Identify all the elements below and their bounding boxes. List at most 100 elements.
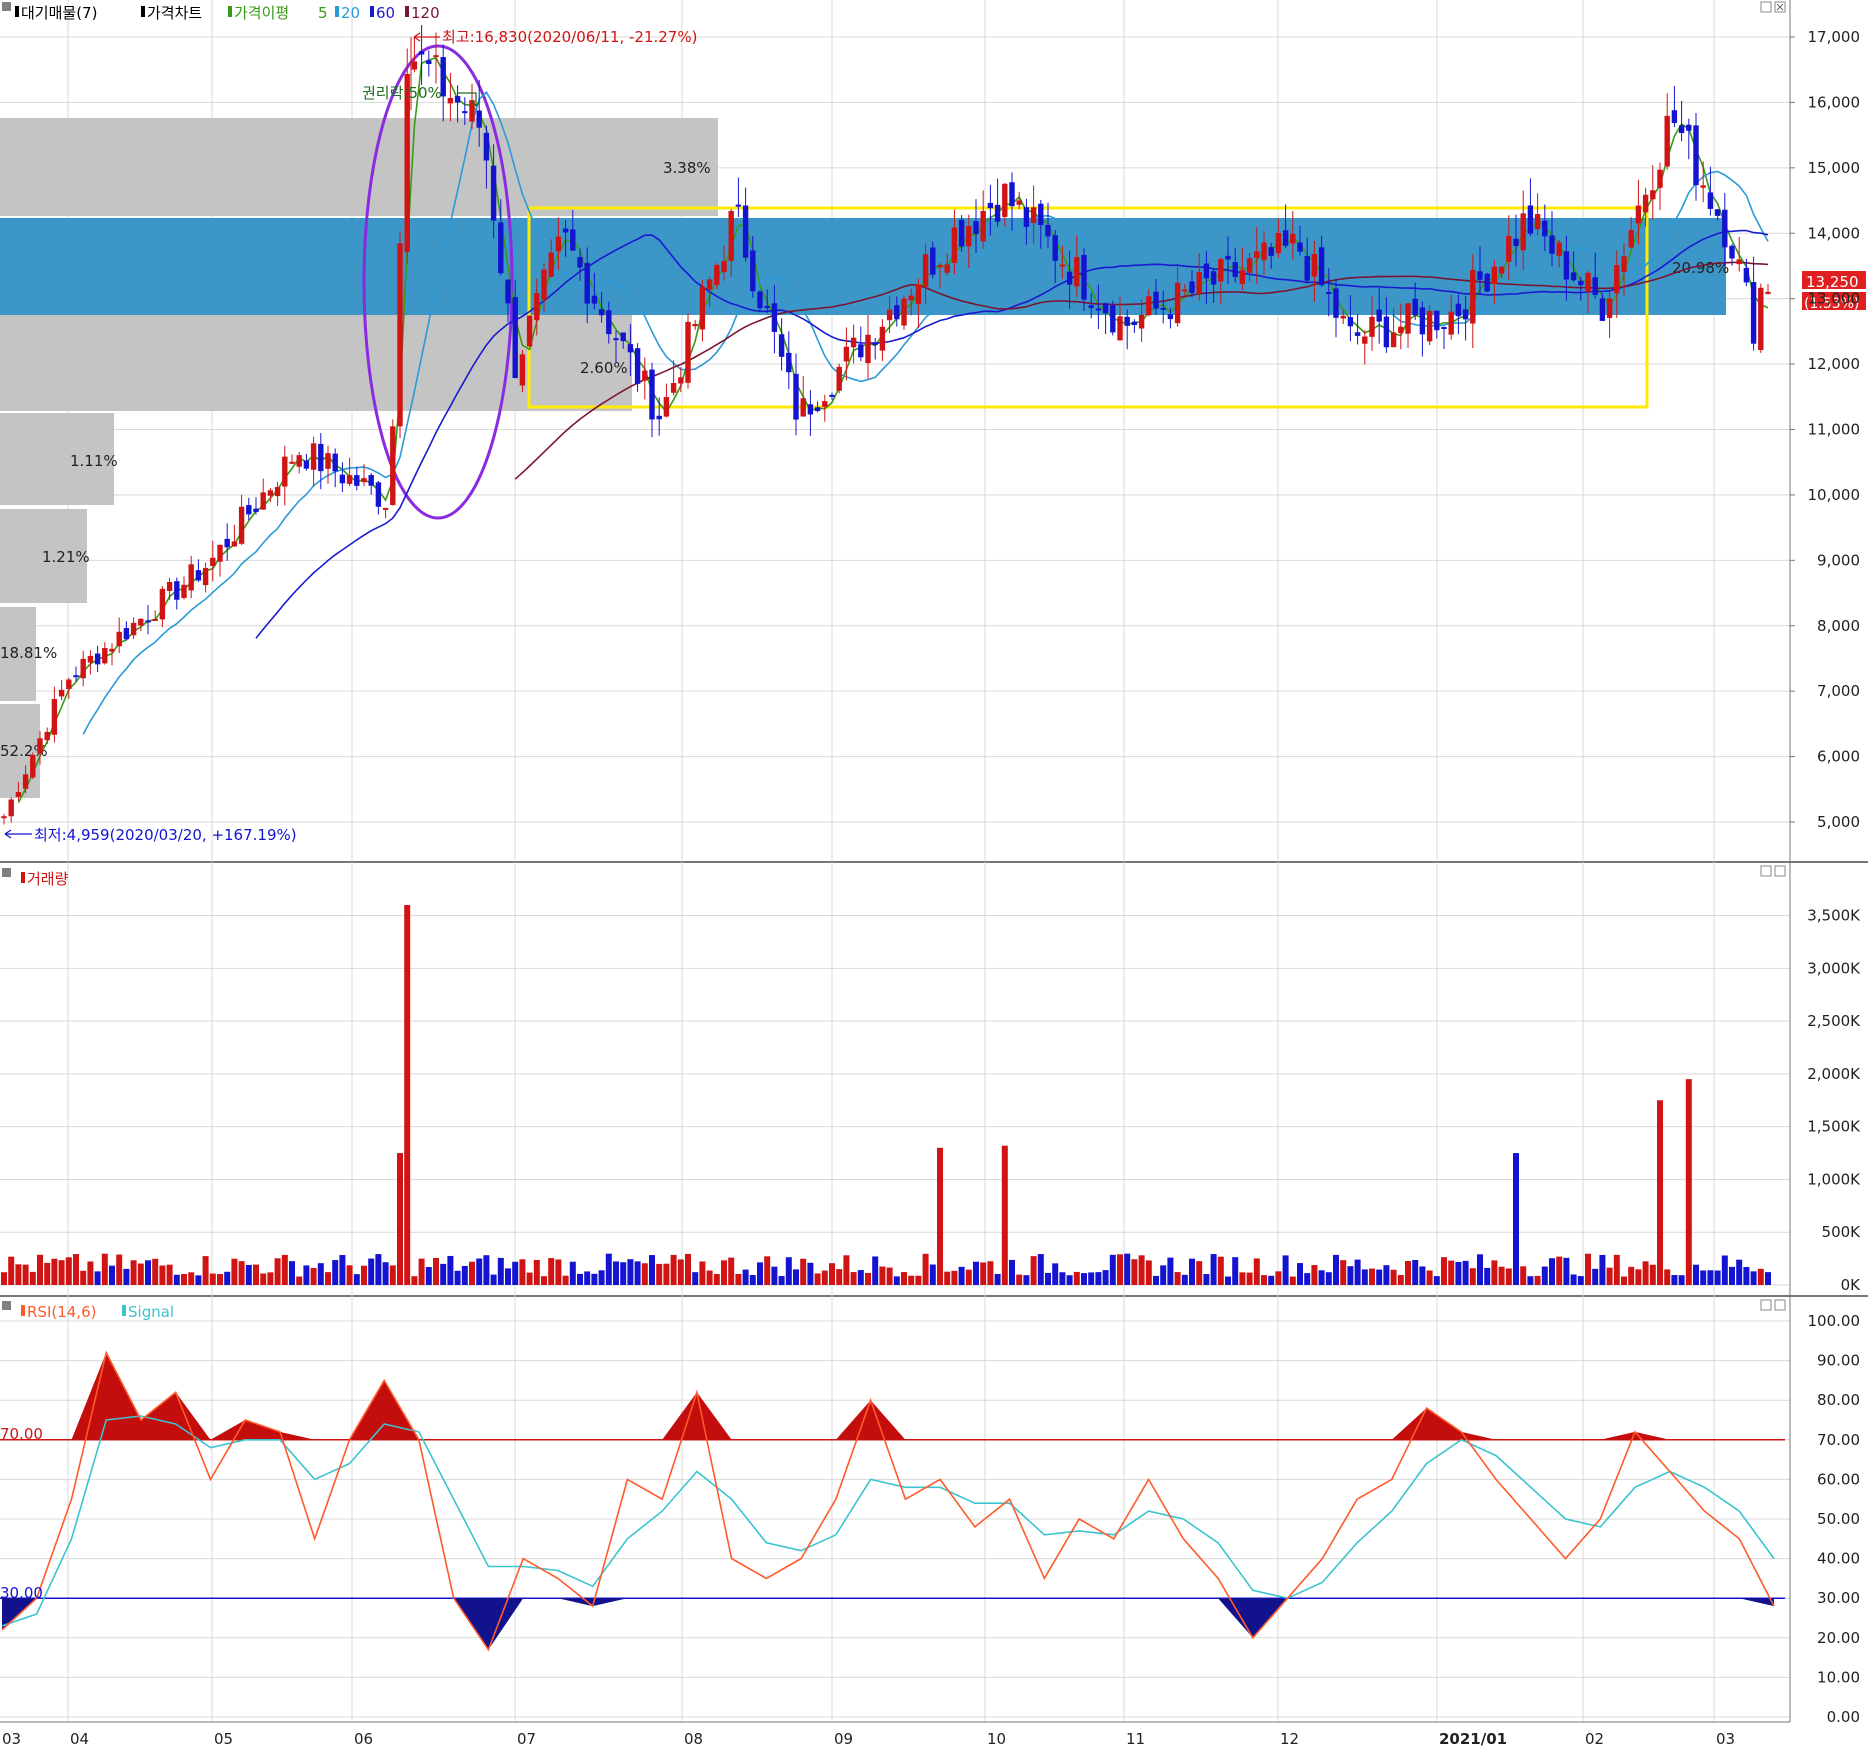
volume-bar: [555, 1259, 562, 1285]
volume-bar: [281, 1254, 288, 1285]
rsi-tick-label: 70.00: [1817, 1431, 1860, 1449]
candle-body: [462, 111, 468, 114]
candle-body: [1722, 209, 1728, 248]
minimize-icon[interactable]: [1760, 1, 1772, 13]
rsi-tick-label: 90.00: [1817, 1352, 1860, 1370]
low-annotation: 최저:4,959(2020/03/20, +167.19%): [4, 826, 297, 844]
volume-bar: [433, 1257, 439, 1285]
close-icon[interactable]: [1774, 1299, 1786, 1311]
volume-bar: [411, 1276, 418, 1285]
candle-body: [699, 286, 706, 330]
volume-bar: [1642, 1261, 1649, 1285]
candle-body: [1002, 183, 1008, 217]
volume-bar: [1405, 1261, 1411, 1285]
volume-bar: [1045, 1272, 1051, 1285]
candle-body: [642, 370, 648, 381]
candle-body: [1556, 242, 1562, 257]
volume-bar: [893, 1276, 900, 1285]
candle-body: [613, 338, 619, 341]
volume-bar: [15, 1264, 22, 1285]
candle-body: [37, 738, 43, 754]
volume-bar: [1095, 1272, 1102, 1285]
volume-bar: [188, 1272, 195, 1285]
candle-body: [390, 426, 396, 506]
candle-body: [181, 584, 187, 598]
candle-body: [1642, 194, 1649, 213]
candle-body: [1498, 266, 1505, 274]
candle-body: [591, 295, 598, 304]
candle-body: [706, 279, 713, 290]
volume-bar: [1433, 1276, 1440, 1285]
volume-bar: [908, 1275, 915, 1285]
volume-bar: [807, 1262, 814, 1285]
candle-body: [289, 461, 295, 464]
volume-bar: [973, 1261, 979, 1285]
volume-bar: [1282, 1255, 1289, 1285]
candle-body: [886, 309, 893, 321]
candle-body: [123, 628, 130, 640]
volume-bar: [1498, 1266, 1505, 1285]
volume-bar: [836, 1269, 843, 1285]
volume-bar: [987, 1261, 994, 1285]
legend-item: 대기매물(7): [21, 4, 97, 22]
volume-bar: [483, 1255, 490, 1285]
volume-bar: [404, 905, 411, 1285]
candle-body: [1398, 326, 1404, 334]
candle-body: [1074, 257, 1080, 287]
volume-bar: [346, 1265, 353, 1285]
candle-body: [1030, 207, 1037, 224]
minimize-icon[interactable]: [1760, 1299, 1772, 1311]
candle-body: [951, 227, 958, 263]
volume-bar: [1635, 1269, 1642, 1285]
volume-bar: [1743, 1267, 1750, 1285]
x-tick-label: 2021/01: [1439, 1730, 1507, 1748]
price-tick-label: 15,000: [1808, 159, 1861, 177]
volume-bar: [742, 1269, 749, 1285]
volume-bar: [447, 1255, 454, 1285]
rsi-tick-label: 40.00: [1817, 1550, 1860, 1568]
volume-bar: [814, 1273, 821, 1285]
minimize-icon[interactable]: [1760, 865, 1772, 877]
candle-body: [1635, 205, 1642, 224]
volume-bar: [310, 1267, 317, 1285]
volume-bar: [922, 1253, 929, 1285]
volume-bar: [1181, 1274, 1188, 1285]
volume-bar: [1513, 1153, 1519, 1285]
volume-bar: [562, 1275, 569, 1285]
volume-bar: [425, 1267, 432, 1285]
rsi-tick-label: 20.00: [1817, 1629, 1860, 1647]
volume-bar: [613, 1261, 619, 1285]
volume-bar: [577, 1273, 583, 1285]
candle-body: [512, 297, 518, 379]
volume-bar: [785, 1257, 792, 1285]
candle-body: [1333, 288, 1339, 318]
volume-bar: [267, 1272, 274, 1285]
candle-body: [1354, 332, 1361, 336]
volume-bar: [670, 1254, 677, 1285]
candle-body: [1592, 277, 1598, 295]
volume-bar: [109, 1265, 115, 1285]
candle-body: [836, 366, 842, 391]
candle-body: [850, 337, 857, 348]
candle-body: [1347, 317, 1354, 327]
close-icon[interactable]: [1774, 865, 1786, 877]
volume-bar: [1304, 1273, 1311, 1285]
x-tick-label: 05: [214, 1730, 233, 1748]
candle-body: [937, 265, 943, 268]
volume-bar: [951, 1270, 958, 1285]
volume-bar: [591, 1273, 598, 1285]
candle-body: [1282, 230, 1289, 246]
volume-bar: [929, 1264, 936, 1285]
candle-body: [44, 731, 50, 741]
volume-bar: [1239, 1272, 1246, 1285]
volume-bar: [1275, 1271, 1282, 1285]
candle-body: [361, 478, 367, 483]
candle-body: [1290, 233, 1296, 244]
volume-bar: [1441, 1257, 1447, 1285]
volume-bar: [145, 1260, 151, 1285]
volume-bar: [1671, 1275, 1678, 1285]
volume-bar: [1570, 1274, 1577, 1285]
candle-body: [116, 631, 122, 647]
candle-body: [368, 475, 374, 486]
candle-body: [217, 544, 223, 562]
